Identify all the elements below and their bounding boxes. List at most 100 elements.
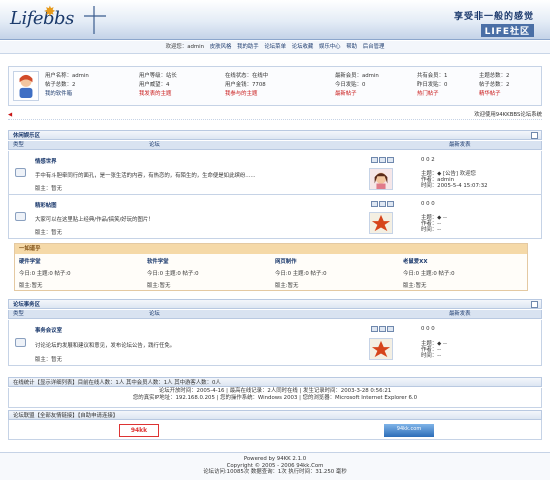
- sub-forum-stats: 今日:0 主题:0 帖子:0: [19, 271, 71, 277]
- sub-forum-name[interactable]: 老鼠爱XX: [403, 257, 531, 265]
- post-icon[interactable]: [387, 201, 394, 207]
- nav-skin[interactable]: 皮肤风格: [210, 44, 232, 50]
- nav-admin[interactable]: 后台管理: [363, 44, 385, 50]
- forum-alliance-bar: 论坛联盟【全部友情链接】【自助申请连接】: [8, 410, 542, 420]
- nav-favorites[interactable]: 论坛收藏: [292, 44, 314, 50]
- site-logo[interactable]: Lifebbs ✸: [6, 4, 106, 38]
- forum-name[interactable]: 精彩帖图: [35, 201, 57, 209]
- forum-alliance-text[interactable]: 论坛联盟【全部友情链接】【自助申请连接】: [13, 413, 118, 419]
- online-stats-text[interactable]: 在线统计【显示详细列表】目前在线人数：1人 其中会员人数：1人 其中游客人数：0…: [13, 380, 221, 386]
- sub-forum-stats: 今日:0 主题:0 帖子:0: [275, 271, 327, 277]
- forum-name[interactable]: 情感世界: [35, 157, 57, 165]
- last-post-info: 主题：◆ -- 作者：-- 时间：--: [421, 341, 447, 359]
- col-forum: 论坛: [149, 142, 160, 148]
- section-title-text: 休闲娱乐区: [13, 133, 40, 139]
- section-title-leisure[interactable]: 休闲娱乐区: [8, 130, 542, 140]
- nav-entertainment[interactable]: 娱乐中心: [319, 44, 341, 50]
- star-icon: ✸: [44, 4, 56, 20]
- yesterday-posts: 昨日发贴：0: [417, 82, 448, 88]
- forum-name[interactable]: 事务会议室: [35, 326, 62, 334]
- newest-member: 最新会员：admin: [335, 73, 379, 79]
- forum-thumbnail: [369, 212, 393, 234]
- forum-moderator: 版主：暂无: [35, 186, 62, 192]
- my-topics-link[interactable]: 我发表的主题: [139, 89, 171, 97]
- software-box-link[interactable]: 我的软件箱: [45, 89, 72, 97]
- list-icon[interactable]: [379, 157, 386, 163]
- forum-tools: [371, 326, 395, 332]
- nav-assistant[interactable]: 我的助手: [237, 44, 259, 50]
- sub-forum-moderator: 版主:暂无: [147, 283, 171, 289]
- user-prestige: 用户威望：4: [139, 82, 170, 88]
- rss-icon[interactable]: [371, 326, 378, 332]
- sub-forum-name[interactable]: 硬件学堂: [19, 257, 147, 265]
- site-slogan: 享受非一般的感觉: [453, 12, 534, 22]
- last-post-info: 主题：◆ -- 作者：-- 时间：--: [421, 215, 447, 233]
- sub-forum-stats: 今日:0 主题:0 帖子:0: [403, 271, 455, 277]
- forum-status-icon: [15, 212, 26, 221]
- page-header: Lifebbs ✸ 享受非一般的感觉 LIFE社区: [0, 0, 550, 40]
- client-info-line: 您的真实IP地址：192.168.0.205 | 您的操作系统：Windows …: [132, 394, 418, 401]
- sub-forum-name[interactable]: 软件学堂: [147, 257, 275, 265]
- elite-posts-link[interactable]: 精华帖子: [479, 89, 501, 97]
- topic-total: 主题总数：2: [479, 73, 510, 79]
- forum-status-icon: [15, 338, 26, 347]
- list-icon[interactable]: [379, 326, 386, 332]
- forum-row-meeting: 事务会议室 讨论论坛的发展和建议和意见，发布论坛公告，践行任免。 版主：暂无 0…: [8, 320, 542, 366]
- forum-stats: 0 0 0: [421, 326, 435, 332]
- post-count: 帖子总数：2: [45, 82, 76, 88]
- collapse-icon[interactable]: [531, 132, 538, 139]
- site-name: LIFE社区: [480, 24, 534, 37]
- forum-description: 手中有斗胆牵同行的面孔，是一张生活的内容，有热恋的，有陌生的，生命便是如此缤纷.…: [35, 173, 256, 179]
- online-stats-details: 论坛开放时间：2005-4-16 | 最高在线记录：2人同时在线 | 发生记录时…: [8, 388, 542, 408]
- last-post-time: 时间：--: [421, 227, 442, 233]
- forum-thumbnail: [369, 168, 393, 190]
- sub-forum-mouse: 老鼠爱XX 今日:0 主题:0 帖子:0 版主:暂无: [403, 257, 531, 293]
- forum-tools: [371, 157, 395, 163]
- collapse-icon[interactable]: [531, 301, 538, 308]
- forum-moderator: 版主：暂无: [35, 230, 62, 236]
- nav-welcome: 欢迎您：admin: [165, 44, 205, 50]
- rss-icon[interactable]: [371, 201, 378, 207]
- post-icon[interactable]: [387, 326, 394, 332]
- sub-forum-moderator: 版主:暂无: [403, 283, 427, 289]
- sub-forum-name[interactable]: 网页制作: [275, 257, 403, 265]
- hot-posts-link[interactable]: 热门帖子: [417, 89, 439, 97]
- sub-forum-webdesign: 网页制作 今日:0 主题:0 帖子:0 版主:暂无: [275, 257, 403, 293]
- today-posts: 今日发贴：0: [335, 82, 366, 88]
- col-type: 类型: [13, 142, 24, 148]
- avatar[interactable]: [13, 71, 39, 101]
- newest-posts-link[interactable]: 最新帖子: [335, 89, 357, 97]
- section-title-text: 论坛事务区: [13, 302, 40, 308]
- total-members: 共有会员：1: [417, 73, 448, 79]
- forum-tools: [371, 201, 395, 207]
- forum-status-icon: [15, 168, 26, 177]
- last-post-info: 主题：◆ [公告] 欢迎您 作者：admin 时间：2005-5-4 15:07…: [421, 171, 488, 189]
- rss-icon[interactable]: [371, 157, 378, 163]
- user-money: 用户金钱：7708: [225, 82, 266, 88]
- top-navigation: 欢迎您：admin 皮肤风格 我的助手 论坛菜单 论坛收藏 娱乐中心 帮助 后台…: [0, 41, 550, 54]
- nav-help[interactable]: 帮助: [346, 44, 357, 50]
- banner-94kk-com[interactable]: 94kk.com: [384, 424, 434, 437]
- last-post-time: 时间：2005-5-4 15:07:32: [421, 183, 488, 189]
- list-icon[interactable]: [379, 201, 386, 207]
- col-last-post: 最新发表: [449, 311, 471, 317]
- nav-forum-menu[interactable]: 论坛菜单: [264, 44, 286, 50]
- user-level: 用户等级：站长: [139, 73, 177, 79]
- sub-forum-hardware: 硬件学堂 今日:0 主题:0 帖子:0 版主:暂无: [19, 257, 147, 293]
- post-icon[interactable]: [387, 157, 394, 163]
- user-info-panel: 用户名称：admin 帖子总数：2 我的软件箱 用户等级：站长 用户威望：4 我…: [8, 66, 542, 106]
- forum-moderator: 版主：暂无: [35, 357, 62, 363]
- forum-row-pictures: 精彩帖图 大家可以在这里贴上经典/作品/搞笑/好玩的图片！ 版主：暂无 0 0 …: [8, 195, 542, 239]
- cross-decoration-icon: [84, 6, 106, 34]
- page-footer: Powered by 94KK 2.1.0 Copyright © 2005 -…: [0, 452, 550, 480]
- username: 用户名称：admin: [45, 73, 89, 79]
- section-title-affairs[interactable]: 论坛事务区: [8, 299, 542, 309]
- col-forum: 论坛: [149, 311, 160, 317]
- sub-forum-software: 软件学堂 今日:0 主题:0 帖子:0 版主:暂无: [147, 257, 275, 293]
- logo-text: Lifebbs: [10, 8, 74, 29]
- forum-thumbnail: [369, 338, 393, 360]
- announcement-text[interactable]: 欢迎使用94KKBBS论坛系统: [474, 110, 542, 120]
- banner-94kk[interactable]: 94kk: [119, 424, 159, 437]
- post-total: 帖子总数：2: [479, 82, 510, 88]
- my-replies-link[interactable]: 我参与的主题: [225, 89, 257, 97]
